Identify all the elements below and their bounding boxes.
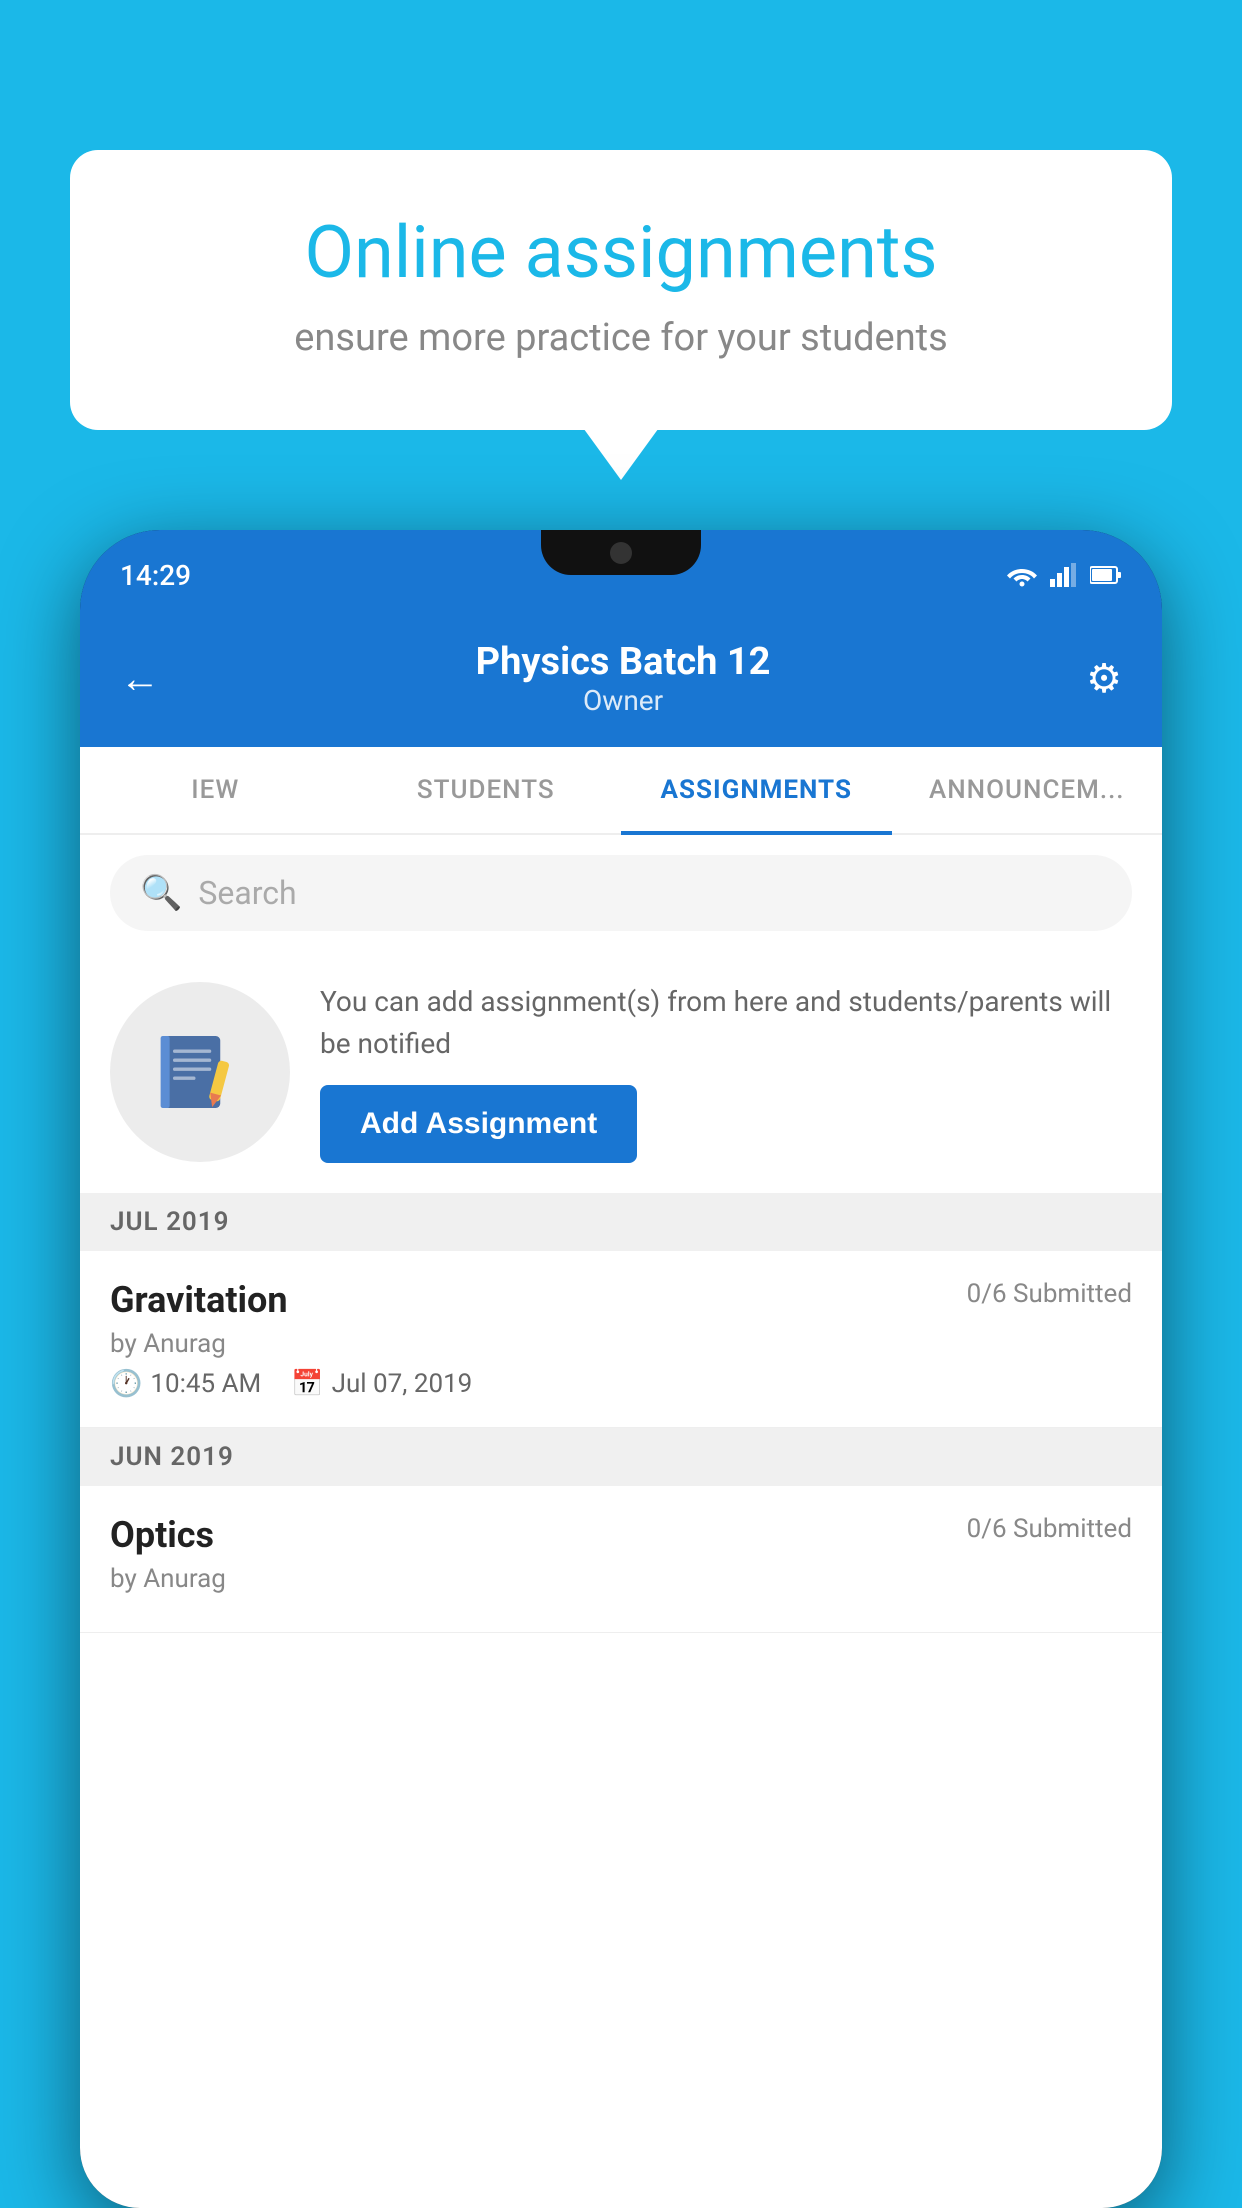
header-title: Physics Batch 12 — [476, 640, 771, 684]
bubble-title: Online assignments — [140, 210, 1102, 296]
notebook-icon-circle — [110, 982, 290, 1162]
search-input-wrap[interactable]: 🔍 Search — [110, 855, 1132, 931]
meta-date: 📅 Jul 07, 2019 — [291, 1369, 472, 1399]
app-header: ← Physics Batch 12 Owner ⚙ — [80, 620, 1162, 747]
speech-bubble: Online assignments ensure more practice … — [70, 150, 1172, 430]
signal-icon — [1050, 563, 1078, 587]
assignment-item-gravitation[interactable]: Gravitation 0/6 Submitted by Anurag 🕐 10… — [80, 1251, 1162, 1428]
settings-icon[interactable]: ⚙ — [1086, 655, 1122, 702]
assignment-author-gravitation: by Anurag — [110, 1329, 1132, 1359]
wifi-icon — [1006, 563, 1038, 587]
phone-screen: ← Physics Batch 12 Owner ⚙ IEW STUDENTS … — [80, 620, 1162, 2208]
back-button[interactable]: ← — [120, 655, 160, 702]
tab-assignments[interactable]: ASSIGNMENTS — [621, 747, 892, 833]
tabs-bar: IEW STUDENTS ASSIGNMENTS ANNOUNCEM... — [80, 747, 1162, 835]
info-section: You can add assignment(s) from here and … — [80, 951, 1162, 1193]
speech-bubble-container: Online assignments ensure more practice … — [70, 150, 1172, 430]
status-time: 14:29 — [120, 559, 191, 592]
battery-icon — [1090, 565, 1122, 585]
search-placeholder: Search — [198, 874, 296, 912]
phone-frame: 14:29 ← — [80, 530, 1162, 2208]
section-jun-2019: JUN 2019 — [80, 1428, 1162, 1486]
notch — [541, 530, 701, 575]
assignment-meta-gravitation: 🕐 10:45 AM 📅 Jul 07, 2019 — [110, 1369, 1132, 1399]
meta-date-value: Jul 07, 2019 — [332, 1369, 473, 1399]
status-bar: 14:29 — [80, 530, 1162, 620]
tab-students[interactable]: STUDENTS — [351, 747, 622, 833]
assignment-author-optics: by Anurag — [110, 1564, 1132, 1594]
assignment-top-optics: Optics 0/6 Submitted — [110, 1514, 1132, 1556]
assignment-name-optics: Optics — [110, 1514, 214, 1556]
header-center: Physics Batch 12 Owner — [476, 640, 771, 717]
status-icons — [1006, 563, 1122, 587]
meta-time-value: 10:45 AM — [150, 1369, 261, 1399]
header-subtitle: Owner — [476, 684, 771, 717]
search-icon: 🔍 — [140, 873, 182, 913]
meta-time: 🕐 10:45 AM — [110, 1369, 261, 1399]
clock-icon: 🕐 — [110, 1369, 142, 1399]
assignment-top: Gravitation 0/6 Submitted — [110, 1279, 1132, 1321]
camera — [610, 542, 632, 564]
info-right: You can add assignment(s) from here and … — [320, 981, 1132, 1163]
assignment-submitted-optics: 0/6 Submitted — [967, 1514, 1132, 1544]
section-jul-2019: JUL 2019 — [80, 1193, 1162, 1251]
add-assignment-button[interactable]: Add Assignment — [320, 1085, 637, 1163]
info-text: You can add assignment(s) from here and … — [320, 981, 1132, 1065]
assignment-name-gravitation: Gravitation — [110, 1279, 288, 1321]
assignment-submitted-gravitation: 0/6 Submitted — [967, 1279, 1132, 1309]
assignment-item-optics[interactable]: Optics 0/6 Submitted by Anurag — [80, 1486, 1162, 1633]
calendar-icon: 📅 — [291, 1369, 323, 1399]
bubble-subtitle: ensure more practice for your students — [140, 316, 1102, 360]
notebook-icon — [155, 1027, 245, 1117]
search-bar: 🔍 Search — [80, 835, 1162, 951]
tab-announcements[interactable]: ANNOUNCEM... — [892, 747, 1163, 833]
tab-iew[interactable]: IEW — [80, 747, 351, 833]
